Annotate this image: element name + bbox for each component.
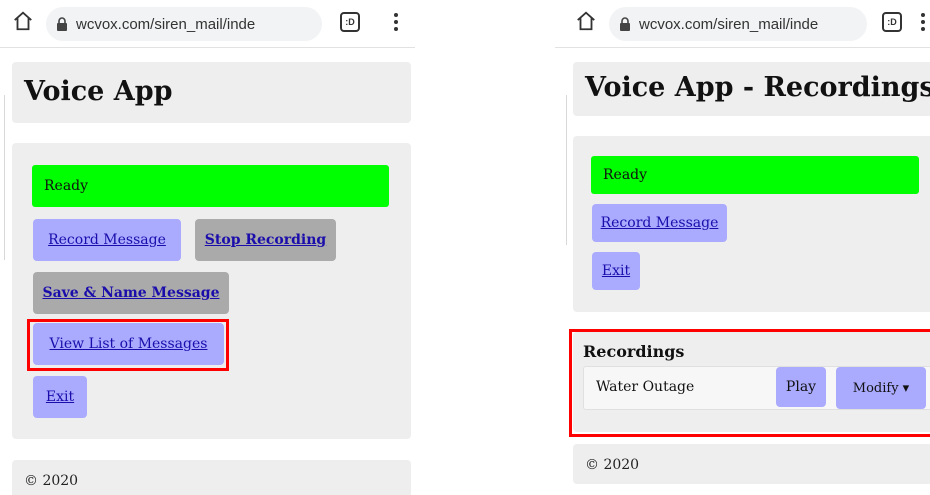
url-text: wcvox.com/siren_mail/inde bbox=[639, 15, 819, 33]
url-field[interactable]: wcvox.com/siren_mail/inde bbox=[609, 7, 867, 41]
status-bar: Ready bbox=[591, 156, 919, 194]
url-text: wcvox.com/siren_mail/inde bbox=[76, 15, 256, 33]
tabs-icon[interactable]: :D bbox=[882, 12, 902, 32]
footer-panel: © 2020 bbox=[12, 460, 411, 495]
exit-button[interactable]: Exit bbox=[33, 376, 87, 418]
stop-recording-button[interactable]: Stop Recording bbox=[195, 219, 336, 261]
page-edge bbox=[4, 95, 5, 260]
record-message-button[interactable]: Record Message bbox=[33, 219, 181, 261]
footer-panel: © 2020 bbox=[573, 444, 930, 484]
highlight-box bbox=[569, 329, 930, 437]
status-bar: Ready bbox=[32, 165, 389, 207]
header-panel: Voice App bbox=[12, 62, 411, 123]
browser-address-bar: wcvox.com/siren_mail/inde :D bbox=[555, 0, 930, 48]
controls-panel: Ready Record Message Exit bbox=[573, 136, 930, 312]
page-title: Voice App - Recordings bbox=[585, 72, 930, 103]
copyright-text: © 2020 bbox=[24, 473, 79, 489]
home-icon[interactable] bbox=[575, 10, 597, 32]
url-field[interactable]: wcvox.com/siren_mail/inde bbox=[46, 7, 322, 41]
header-panel: Voice App - Recordings bbox=[573, 62, 930, 116]
record-message-button[interactable]: Record Message bbox=[592, 204, 727, 242]
right-phone-screen: wcvox.com/siren_mail/inde :D Voice App -… bbox=[555, 0, 930, 495]
page-edge bbox=[566, 95, 567, 245]
home-icon[interactable] bbox=[12, 10, 34, 32]
controls-panel: Ready Record Message Stop Recording Save… bbox=[12, 143, 411, 439]
page-title: Voice App bbox=[24, 76, 173, 107]
copyright-text: © 2020 bbox=[585, 457, 640, 473]
browser-address-bar: wcvox.com/siren_mail/inde :D bbox=[0, 0, 415, 48]
left-phone-screen: wcvox.com/siren_mail/inde :D Voice App R… bbox=[0, 0, 415, 495]
lock-icon bbox=[57, 17, 67, 31]
more-menu-icon[interactable] bbox=[920, 11, 926, 33]
save-name-message-button[interactable]: Save & Name Message bbox=[33, 272, 229, 314]
tabs-icon[interactable]: :D bbox=[340, 12, 360, 32]
lock-icon bbox=[620, 17, 630, 31]
more-menu-icon[interactable] bbox=[393, 11, 399, 33]
highlight-box bbox=[27, 319, 229, 371]
exit-button[interactable]: Exit bbox=[592, 252, 640, 290]
